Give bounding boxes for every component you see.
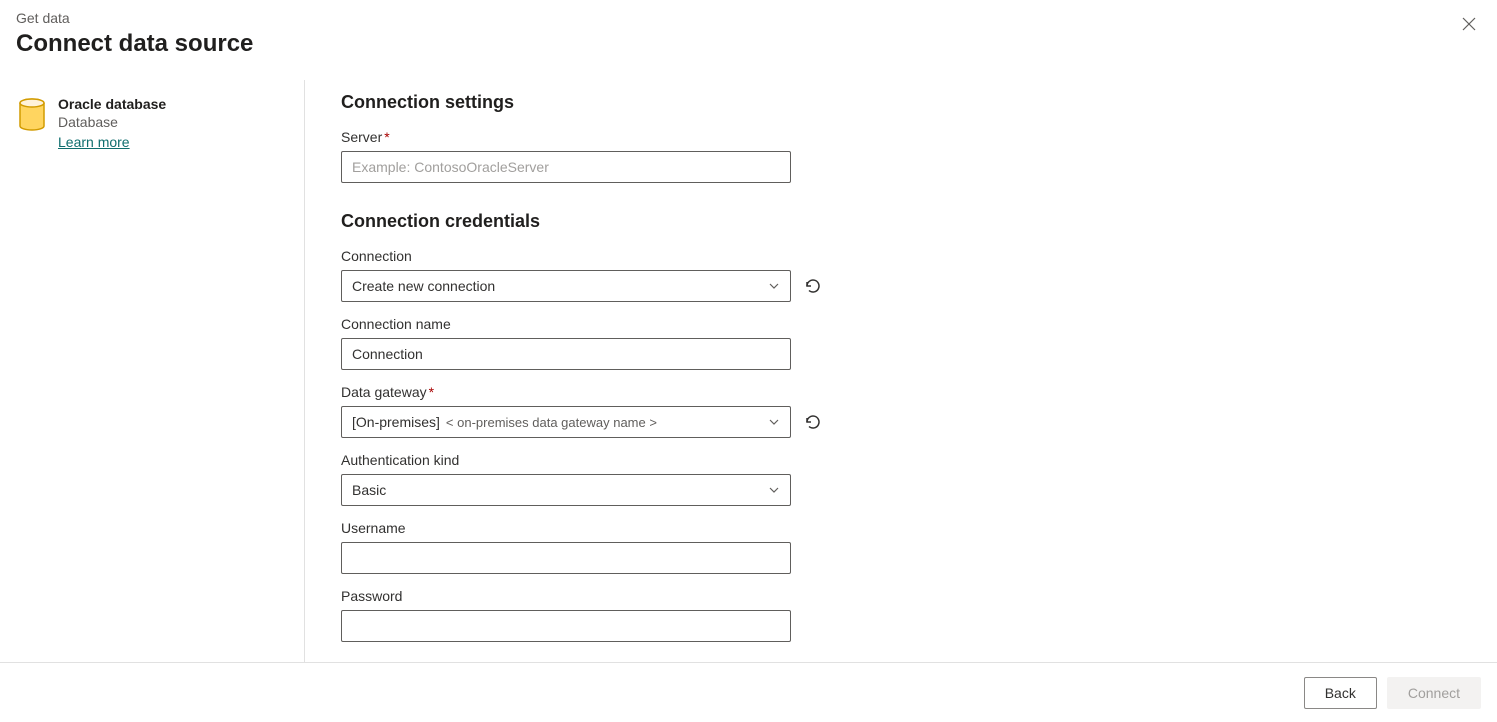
gateway-select-value: [On-premises]< on-premises data gateway … (352, 414, 657, 430)
required-indicator: * (384, 129, 389, 145)
breadcrumb: Get data (16, 10, 1481, 26)
connection-name-input[interactable] (341, 338, 791, 370)
required-indicator: * (429, 384, 434, 400)
dialog-header: Get data Connect data source (0, 0, 1497, 74)
page-title: Connect data source (16, 30, 1481, 58)
chevron-down-icon (768, 484, 780, 496)
source-name: Oracle database (58, 96, 166, 112)
refresh-gateway-button[interactable] (803, 412, 823, 432)
back-button[interactable]: Back (1304, 677, 1377, 709)
close-icon (1462, 17, 1476, 31)
dialog-footer: Back Connect (0, 662, 1497, 722)
gateway-label: Data gateway* (341, 384, 1469, 400)
section-connection-credentials: Connection credentials (341, 211, 1469, 232)
refresh-icon (804, 413, 822, 431)
connection-select[interactable]: Create new connection (341, 270, 791, 302)
connect-button[interactable]: Connect (1387, 677, 1481, 709)
connection-name-label: Connection name (341, 316, 1469, 332)
auth-select-value: Basic (352, 482, 386, 498)
refresh-icon (804, 277, 822, 295)
username-label: Username (341, 520, 1469, 536)
auth-select[interactable]: Basic (341, 474, 791, 506)
source-type: Database (58, 114, 166, 130)
server-input[interactable] (341, 151, 791, 183)
chevron-down-icon (768, 280, 780, 292)
chevron-down-icon (768, 416, 780, 428)
username-input[interactable] (341, 542, 791, 574)
password-input[interactable] (341, 610, 791, 642)
auth-label: Authentication kind (341, 452, 1469, 468)
data-source-item: Oracle database Database Learn more (18, 96, 288, 150)
connection-label: Connection (341, 248, 1469, 264)
learn-more-link[interactable]: Learn more (58, 134, 130, 150)
gateway-select[interactable]: [On-premises]< on-premises data gateway … (341, 406, 791, 438)
server-label: Server* (341, 129, 1469, 145)
password-label: Password (341, 588, 1469, 604)
main-panel: Connection settings Server* Connection c… (305, 80, 1497, 662)
database-icon (18, 98, 46, 130)
close-button[interactable] (1459, 14, 1479, 34)
section-connection-settings: Connection settings (341, 92, 1469, 113)
connection-select-value: Create new connection (352, 278, 495, 294)
refresh-connection-button[interactable] (803, 276, 823, 296)
sidebar: Oracle database Database Learn more (0, 80, 305, 662)
